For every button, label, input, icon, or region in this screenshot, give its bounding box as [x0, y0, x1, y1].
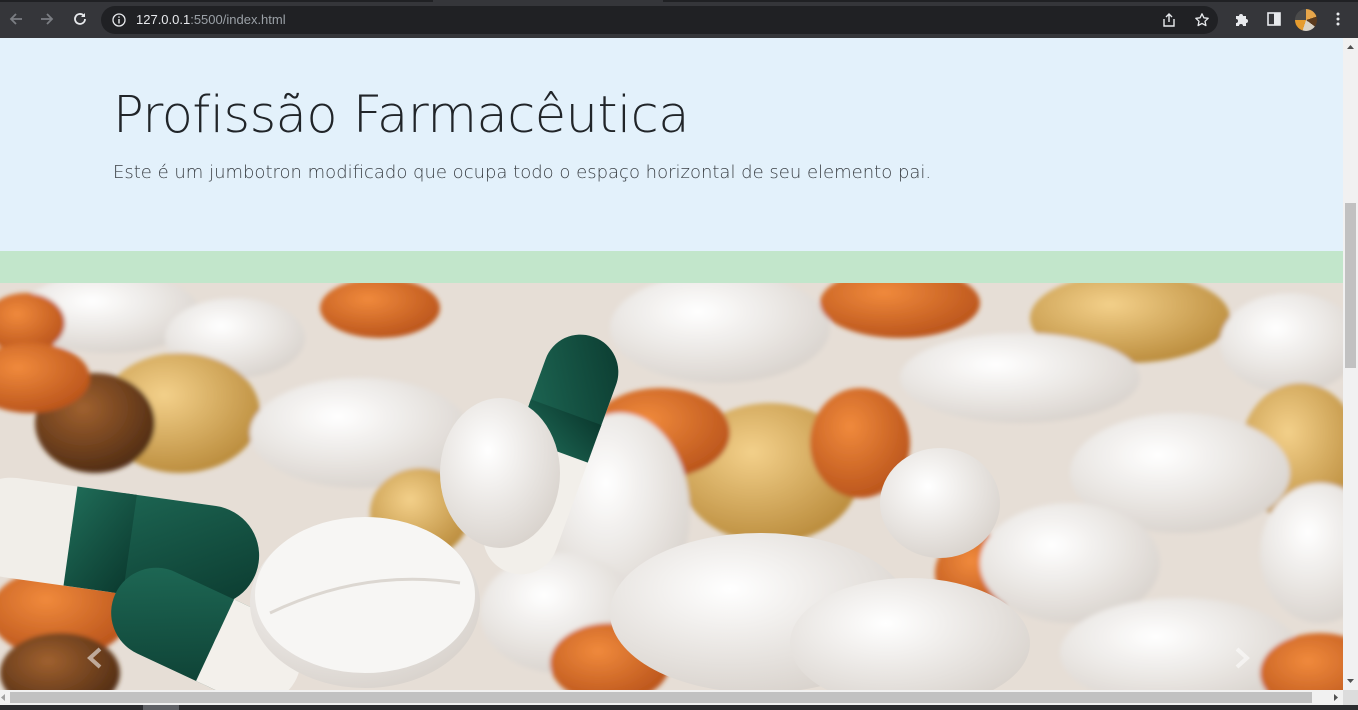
address-bar[interactable]: 127.0.0.1:5500/index.html: [101, 6, 1218, 34]
star-icon[interactable]: [1192, 10, 1212, 30]
scroll-up-arrow-icon[interactable]: [1343, 41, 1358, 53]
url-text[interactable]: 127.0.0.1:5500/index.html: [136, 12, 286, 28]
browser-toolbar: 127.0.0.1:5500/index.html: [0, 0, 1358, 38]
reload-icon[interactable]: [68, 7, 92, 31]
horizontal-scrollbar[interactable]: [0, 690, 1343, 705]
page-title: Profissão Farmacêutica: [113, 86, 689, 145]
back-arrow-icon[interactable]: [4, 7, 28, 31]
kebab-menu-icon[interactable]: [1326, 7, 1350, 31]
url-host: 127.0.0.1: [136, 12, 191, 27]
chevron-right-icon: [1235, 647, 1250, 669]
info-icon[interactable]: [111, 12, 127, 28]
page-viewport: Profissão Farmacêutica Este é um jumbotr…: [0, 38, 1343, 690]
share-icon[interactable]: [1159, 10, 1179, 30]
scroll-left-arrow-icon[interactable]: [0, 690, 10, 705]
vertical-scroll-thumb[interactable]: [1345, 203, 1356, 368]
bottom-bar: [0, 705, 1358, 710]
scroll-right-arrow-icon[interactable]: [1330, 690, 1342, 705]
scrollbar-corner: [1343, 690, 1358, 705]
vertical-scrollbar[interactable]: [1343, 38, 1358, 690]
bottom-bar-segment: [143, 705, 179, 710]
jumbotron: Profissão Farmacêutica Este é um jumbotr…: [0, 38, 1343, 251]
horizontal-scroll-thumb[interactable]: [10, 692, 1312, 703]
side-panel-icon[interactable]: [1262, 7, 1286, 31]
chevron-left-icon: [87, 647, 102, 669]
tab-strip: [0, 0, 1358, 2]
profile-avatar[interactable]: [1295, 9, 1317, 31]
pills-photo: [0, 283, 1343, 690]
carousel-prev-button[interactable]: [80, 643, 110, 673]
image-carousel: [0, 283, 1343, 690]
puzzle-icon[interactable]: [1230, 7, 1254, 31]
green-separator-bar: [0, 251, 1343, 283]
scroll-down-arrow-icon[interactable]: [1343, 675, 1358, 687]
active-tab-indicator[interactable]: [433, 0, 663, 2]
carousel-next-button[interactable]: [1227, 643, 1257, 673]
jumbotron-lead: Este é um jumbotron modificado que ocupa…: [113, 162, 932, 183]
forward-arrow-icon[interactable]: [35, 7, 59, 31]
url-path: :5500/index.html: [190, 12, 286, 27]
